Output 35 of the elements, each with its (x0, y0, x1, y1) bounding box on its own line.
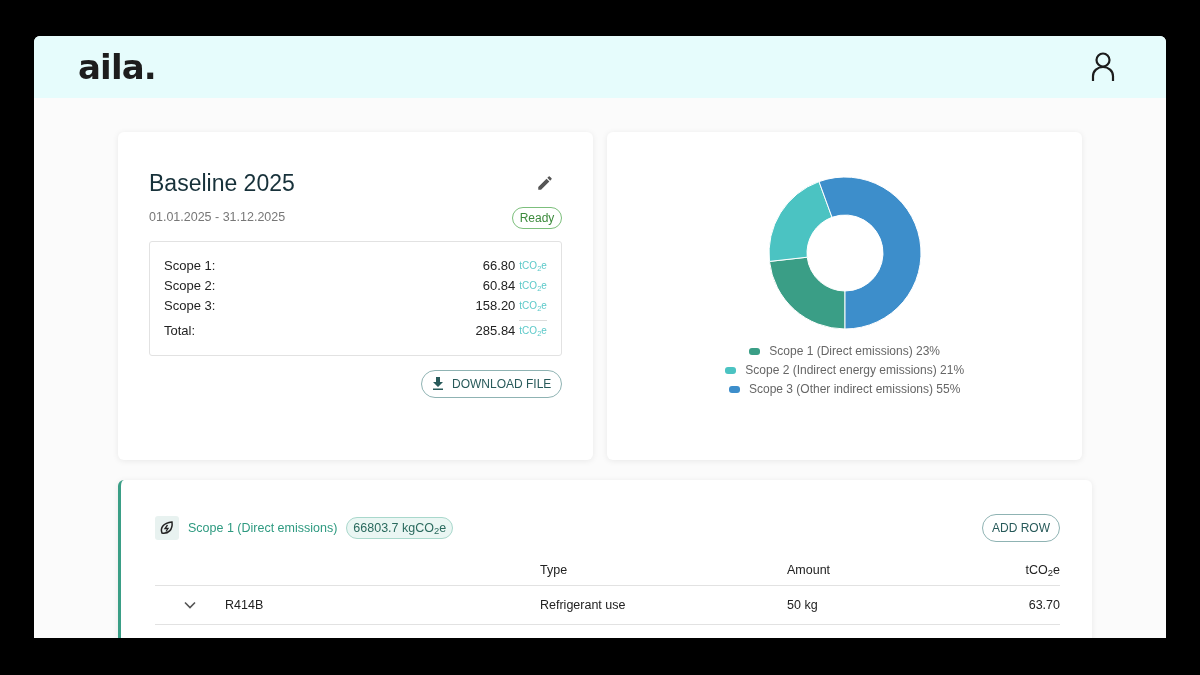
edit-icon[interactable] (536, 174, 555, 193)
column-header: Type (540, 562, 569, 580)
scope-value: 158.20 (475, 296, 516, 315)
scope-label: Scope 3: (164, 296, 216, 315)
date-range: 01.01.2025 - 31.12.2025 (149, 209, 286, 227)
scope-label: Scope 2: (164, 276, 216, 295)
legend-swatch (728, 385, 740, 393)
user-icon[interactable] (1091, 52, 1115, 82)
unit-label: tCO$_{2}$e (519, 324, 548, 338)
legend-label: Scope 1 (Direct emissions) 23% (769, 343, 941, 360)
scope-title: Scope 1 (Direct emissions) (188, 519, 338, 537)
legend-label: Scope 3 (Other indirect emissions) 55% (748, 381, 961, 398)
table-cell-text: R414B (225, 596, 265, 614)
unit-label: tCO$_{2}$e (519, 259, 548, 273)
unit-label: tCO$_{2}$e (519, 279, 548, 293)
unit-label: tCO$_{2}$e (519, 299, 548, 313)
leaf-bolt-icon (155, 516, 179, 540)
download-icon (432, 377, 444, 390)
column-header: tCO$_{2}$e (1025, 562, 1060, 580)
table-cell-text: Refrigerant use (540, 596, 627, 614)
scope-value: 66.80 (482, 256, 516, 275)
logo[interactable]: aila. (78, 41, 156, 93)
table-cell-text: 63.70 (1028, 596, 1060, 614)
legend-label: Scope 2 (Indirect energy emissions) 21% (745, 362, 965, 379)
scope-value: 285.84 (475, 321, 516, 340)
column-header: Amount (787, 562, 832, 580)
expand-chevron-icon[interactable] (184, 601, 196, 609)
scope-label: Scope 1: (164, 256, 216, 275)
legend-swatch (725, 366, 737, 374)
scope-label: Total: (164, 321, 196, 340)
legend-swatch (749, 347, 761, 355)
table-cell-text: 50 kg (787, 596, 819, 614)
emissions-badge: 66803.7 kgCO$_{2}$e (346, 516, 454, 540)
baseline-title: Baseline 2025 (149, 169, 295, 198)
scope-value: 60.84 (482, 276, 516, 295)
